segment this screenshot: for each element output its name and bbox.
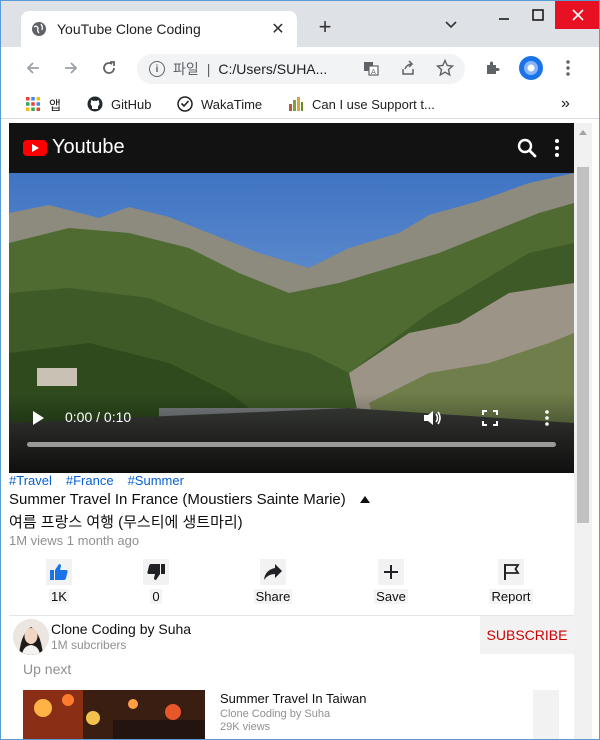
bookmark-github[interactable]: GitHub <box>87 93 151 115</box>
video-time: 0:00 / 0:10 <box>65 409 132 425</box>
dislike-button[interactable]: 0 <box>116 559 196 604</box>
channel-row: Clone Coding by Suha 1M subcribers SUBSC… <box>9 616 574 658</box>
page-viewport: Youtube 0:00 / 0:10 #Travel #France #Sum… <box>9 123 574 739</box>
bookmark-caniuse[interactable]: Can I use Support t... <box>288 93 435 115</box>
like-button[interactable]: 1K <box>19 559 99 604</box>
plus-icon <box>378 559 404 585</box>
yt-header: Youtube <box>9 123 574 173</box>
browser-tab[interactable]: YouTube Clone Coding ✕ <box>21 11 297 47</box>
share-label: Share <box>253 589 293 604</box>
profile-avatar-icon[interactable] <box>519 56 543 80</box>
browser-toolbar: i 파일 | C:/Users/SUHA... A <box>1 47 599 89</box>
scrollbar-thumb[interactable] <box>577 167 589 523</box>
browser-menu-icon[interactable] <box>558 58 578 78</box>
share-button[interactable]: Share <box>233 559 313 604</box>
svg-text:A: A <box>371 68 376 76</box>
thumbs-down-icon <box>143 559 169 585</box>
tag-list: #Travel #France #Summer <box>9 473 184 488</box>
address-file-chip: 파일 <box>173 61 199 77</box>
tab-title: YouTube Clone Coding <box>57 21 201 37</box>
bookmark-apps[interactable]: 앱 <box>25 93 61 115</box>
new-tab-button[interactable]: + <box>313 15 337 39</box>
share-page-icon[interactable] <box>398 58 418 78</box>
bookmark-label: Can I use Support t... <box>312 96 435 112</box>
caniuse-icon <box>289 97 303 111</box>
subscribe-button[interactable]: SUBSCRIBE <box>480 616 574 654</box>
tag-link[interactable]: #Summer <box>128 473 184 488</box>
like-count: 1K <box>49 589 69 604</box>
dislike-count: 0 <box>150 589 162 604</box>
report-label: Report <box>489 589 533 604</box>
bookmark-wakatime[interactable]: WakaTime <box>177 93 262 115</box>
bookmark-label: 앱 <box>49 97 61 113</box>
save-label: Save <box>374 589 408 604</box>
browser-window: YouTube Clone Coding ✕ + i 파일 | C:/Users… <box>0 0 600 740</box>
up-next-channel: Clone Coding by Suha <box>220 708 331 720</box>
report-button[interactable]: Report <box>471 559 551 604</box>
tag-link[interactable]: #Travel <box>9 473 52 488</box>
yt-brand-name[interactable]: Youtube <box>52 136 125 159</box>
channel-avatar[interactable] <box>13 619 49 655</box>
page-scrollbar[interactable] <box>574 123 592 739</box>
thumbs-up-icon <box>46 559 72 585</box>
bookmarks-more-icon[interactable]: » <box>561 93 570 115</box>
volume-icon[interactable] <box>422 407 444 429</box>
video-player[interactable]: 0:00 / 0:10 <box>9 173 574 473</box>
bookmark-star-icon[interactable] <box>435 58 455 78</box>
forward-arrow-icon[interactable] <box>59 56 83 80</box>
channel-name[interactable]: Clone Coding by Suha <box>51 621 191 637</box>
scroll-up-arrow-icon[interactable] <box>574 123 592 141</box>
globe-icon <box>32 22 46 36</box>
window-edge <box>592 119 599 739</box>
video-meta: 1M views 1 month ago <box>9 533 140 548</box>
reload-icon[interactable] <box>97 56 121 80</box>
video-title-row: Summer Travel In France (Moustiers Saint… <box>9 491 370 508</box>
more-vert-icon[interactable] <box>549 137 565 159</box>
save-button[interactable]: Save <box>351 559 431 604</box>
tab-search-icon[interactable] <box>441 15 461 35</box>
bookmarks-bar: 앱 GitHub WakaTime Can I use Support t...… <box>1 89 599 119</box>
up-next-title[interactable]: Summer Travel In Taiwan <box>220 691 366 706</box>
up-next-more-button[interactable] <box>533 690 559 739</box>
video-title: Summer Travel In France (Moustiers Saint… <box>9 491 346 508</box>
minimize-button[interactable] <box>487 1 521 29</box>
back-arrow-icon[interactable] <box>21 56 45 80</box>
address-separator: | <box>206 61 211 77</box>
address-url[interactable]: C:/Users/SUHA... <box>218 61 327 77</box>
action-bar: 1K 0 Share Save Report <box>9 559 574 615</box>
tag-link[interactable]: #France <box>66 473 114 488</box>
video-progress-bar[interactable] <box>27 442 556 447</box>
github-icon <box>87 96 103 112</box>
flag-icon <box>498 559 524 585</box>
share-arrow-icon <box>260 559 286 585</box>
channel-subscribers: 1M subcribers <box>51 638 127 652</box>
tab-close-icon[interactable]: ✕ <box>269 19 287 39</box>
info-icon[interactable]: i <box>149 61 165 77</box>
up-next-item[interactable]: Summer Travel In Taiwan Clone Coding by … <box>23 688 560 739</box>
collapse-caret-icon[interactable] <box>359 496 370 503</box>
play-icon[interactable] <box>27 407 49 429</box>
maximize-button[interactable] <box>521 1 555 29</box>
bookmark-label: GitHub <box>111 96 152 112</box>
video-subtitle: 여름 프랑스 여행 (무스티에 생트마리) <box>9 514 243 531</box>
up-next-views: 29K views <box>220 721 271 733</box>
video-options-icon[interactable] <box>536 407 558 429</box>
wakatime-icon <box>177 96 193 112</box>
search-icon[interactable] <box>517 138 537 158</box>
extensions-icon[interactable] <box>482 58 502 78</box>
youtube-logo-icon[interactable] <box>23 140 47 156</box>
tab-strip: YouTube Clone Coding ✕ + <box>1 1 599 47</box>
fullscreen-icon[interactable] <box>479 407 501 429</box>
translate-icon[interactable]: A <box>361 58 381 78</box>
window-close-button[interactable] <box>555 1 599 29</box>
apps-grid-icon <box>26 97 40 111</box>
up-next-heading: Up next <box>23 661 72 677</box>
bookmark-label: WakaTime <box>201 96 263 112</box>
up-next-thumbnail[interactable] <box>23 690 205 739</box>
